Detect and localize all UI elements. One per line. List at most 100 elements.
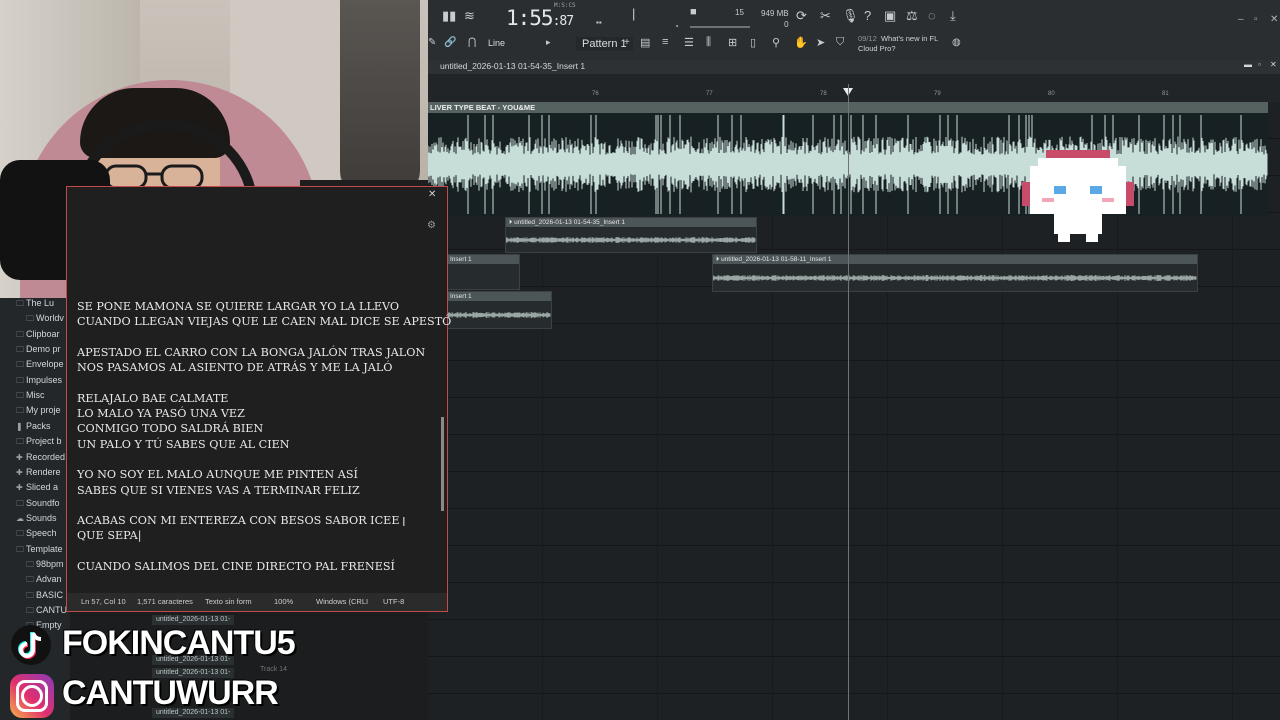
- text-cursor-icon: I: [402, 514, 406, 529]
- playlist-icon[interactable]: ▤: [640, 36, 650, 49]
- maximize-icon[interactable]: ▫: [1254, 14, 1258, 25]
- pattern-song-toggle-icon[interactable]: ▮▮: [442, 8, 456, 24]
- piano-roll-icon[interactable]: ≡: [662, 36, 668, 48]
- folder-icon: 🗀: [16, 406, 24, 416]
- browser-item[interactable]: 🗀 Project b: [16, 436, 62, 450]
- cpu-readout: 15: [735, 8, 744, 17]
- playhead-line[interactable]: [848, 84, 849, 720]
- time-unit: M:S:CS: [554, 2, 576, 9]
- magnet-icon[interactable]: ⋂: [468, 37, 476, 48]
- browser-item-label: Recorded: [26, 451, 66, 462]
- waveform-path: [447, 312, 551, 318]
- settings-gear-icon[interactable]: ⚙: [427, 220, 436, 231]
- lyrics-text-area[interactable]: SE PONE MAMONA SE QUIERE LARGAR YO LA LL…: [77, 299, 451, 574]
- notepad-close-icon[interactable]: ✕: [428, 189, 436, 200]
- cart-icon[interactable]: ⛉: [836, 36, 844, 49]
- browser-item[interactable]: 🗀 98bpm: [26, 559, 64, 573]
- browser-item-label: Impulses: [26, 374, 63, 385]
- pencil-icon[interactable]: ✎: [428, 37, 436, 48]
- link-icon[interactable]: 🔗: [444, 37, 456, 48]
- browser-item[interactable]: 🗀 Demo pr: [16, 344, 61, 358]
- status-zoom: 100%: [274, 597, 294, 606]
- scissors-icon[interactable]: ✂: [820, 8, 831, 24]
- clip-label: Insert 1: [447, 255, 519, 264]
- browser-item[interactable]: 🗀 Speech: [16, 528, 57, 542]
- playhead-meter-icon: |: [632, 6, 636, 21]
- tempo-knob-icon[interactable]: ◔: [674, 22, 679, 31]
- file-icon[interactable]: ▯: [750, 36, 756, 49]
- browser-item[interactable]: 🗀 CANTU: [26, 605, 67, 619]
- browser-item[interactable]: 🗀 The Lu: [16, 298, 54, 312]
- chat-icon[interactable]: ◌: [928, 8, 936, 23]
- channel-rack-icon[interactable]: ☰: [684, 36, 694, 49]
- ruler-tick: 81: [1162, 91, 1169, 97]
- time-display[interactable]: 1:55:87 M:S:CS: [506, 2, 576, 30]
- save-icon[interactable]: ▣: [884, 8, 896, 24]
- microphone-icon[interactable]: 🎙: [842, 8, 859, 24]
- play-small-icon[interactable]: ▸: [546, 37, 551, 48]
- browser-item[interactable]: 🗀 Impulses: [16, 375, 62, 389]
- browser-item-label: CANTU: [36, 605, 67, 615]
- browser-item[interactable]: ✚ Sliced a: [16, 482, 58, 492]
- plug-icon[interactable]: ⚲: [772, 36, 780, 49]
- plus-icon: ✚: [16, 483, 23, 493]
- megaphone-icon[interactable]: ➤: [816, 36, 825, 49]
- folder-icon: 🗀: [16, 437, 24, 447]
- mixer-icon[interactable]: ⚖: [906, 8, 918, 24]
- waveform-path: [506, 237, 756, 243]
- clip-waveform: [447, 312, 551, 318]
- browser-item[interactable]: 🗀 Envelope: [16, 359, 64, 373]
- browser-item[interactable]: ☁ Sounds: [16, 513, 57, 523]
- browser-item-label: Soundfo: [26, 497, 60, 508]
- add-pattern-icon[interactable]: +: [624, 37, 630, 48]
- browser-item[interactable]: ✚ Recorded: [16, 452, 65, 462]
- touch-icon[interactable]: ✋: [794, 36, 808, 49]
- browser-item[interactable]: 🗀 Worldv: [26, 313, 64, 327]
- minimize-icon[interactable]: –: [1238, 14, 1244, 25]
- playlist-max-icon[interactable]: ▫: [1258, 60, 1261, 69]
- loop-icon[interactable]: ⟳: [796, 8, 807, 24]
- notepad-window[interactable]: ✕ ⚙ SE PONE MAMONA SE QUIERE LARGAR YO L…: [66, 186, 451, 612]
- browser-item-label: Demo pr: [26, 344, 61, 355]
- packs-icon: ❚: [16, 421, 23, 431]
- timeline-ruler[interactable]: 76 77 78 79 80 81: [428, 74, 1280, 103]
- folder-icon: 🗀: [16, 375, 24, 385]
- folder-icon: 🗀: [16, 299, 24, 308]
- audio-clip[interactable]: Insert 1: [446, 254, 520, 290]
- browser-item[interactable]: 🗀 Misc: [16, 390, 45, 404]
- meter-icon: ▪▪: [596, 18, 602, 27]
- browser-item[interactable]: 🗀 BASIC: [26, 590, 63, 604]
- tiktok-overlay: FOKINCANTU5: [10, 624, 350, 668]
- memory-value: 949 MB: [761, 9, 789, 18]
- instagram-overlay: CANTUWURR: [10, 674, 350, 720]
- browser-item-label: Packs: [26, 420, 51, 431]
- browser-item[interactable]: 🗀 Template: [16, 544, 63, 558]
- snap-select[interactable]: Line: [488, 38, 505, 48]
- stop-square-icon[interactable]: ■: [690, 6, 697, 18]
- master-volume-slider[interactable]: [690, 26, 750, 28]
- clip-label: ⏵ untitled_2026-01-13 01-58-11_Insert 1: [713, 255, 1197, 264]
- browser-item-label: Misc: [26, 390, 45, 401]
- wave-icon[interactable]: ≋: [464, 8, 475, 24]
- browser-item[interactable]: 🗀 Advan: [26, 574, 62, 588]
- download-icon[interactable]: ⤓: [950, 8, 956, 24]
- notepad-scrollbar[interactable]: [441, 417, 444, 511]
- browser-tree-icon[interactable]: ⊞: [728, 36, 737, 49]
- instagram-icon: [10, 674, 54, 718]
- help-icon[interactable]: ?: [864, 8, 871, 23]
- audio-clip[interactable]: ⏵ untitled_2026-01-13 01-58-11_Insert 1: [712, 254, 1198, 292]
- browser-item[interactable]: 🗀 Clipboar: [16, 329, 60, 343]
- browser-item[interactable]: ❚ Packs: [16, 421, 51, 431]
- browser-item[interactable]: 🗀 Soundfo: [16, 498, 60, 512]
- audio-clip[interactable]: ⏵ untitled_2026-01-13 01-54-35_Insert 1: [505, 217, 757, 253]
- news-panel[interactable]: 09/12 What's new in FL Cloud Pro?: [858, 34, 938, 54]
- browser-item[interactable]: 🗀 My proje: [16, 405, 61, 419]
- browser-item[interactable]: ✚ Rendere: [16, 467, 61, 477]
- audio-clip[interactable]: Insert 1: [446, 291, 552, 329]
- playlist-close-icon[interactable]: ✕: [1270, 60, 1277, 69]
- mixer-faders-icon[interactable]: ⫼: [706, 36, 711, 49]
- globe-icon[interactable]: ◍: [952, 37, 961, 48]
- folder-icon: 🗀: [26, 559, 34, 569]
- close-window-icon[interactable]: ✕: [1270, 14, 1278, 25]
- playlist-min-icon[interactable]: ▬: [1244, 60, 1252, 69]
